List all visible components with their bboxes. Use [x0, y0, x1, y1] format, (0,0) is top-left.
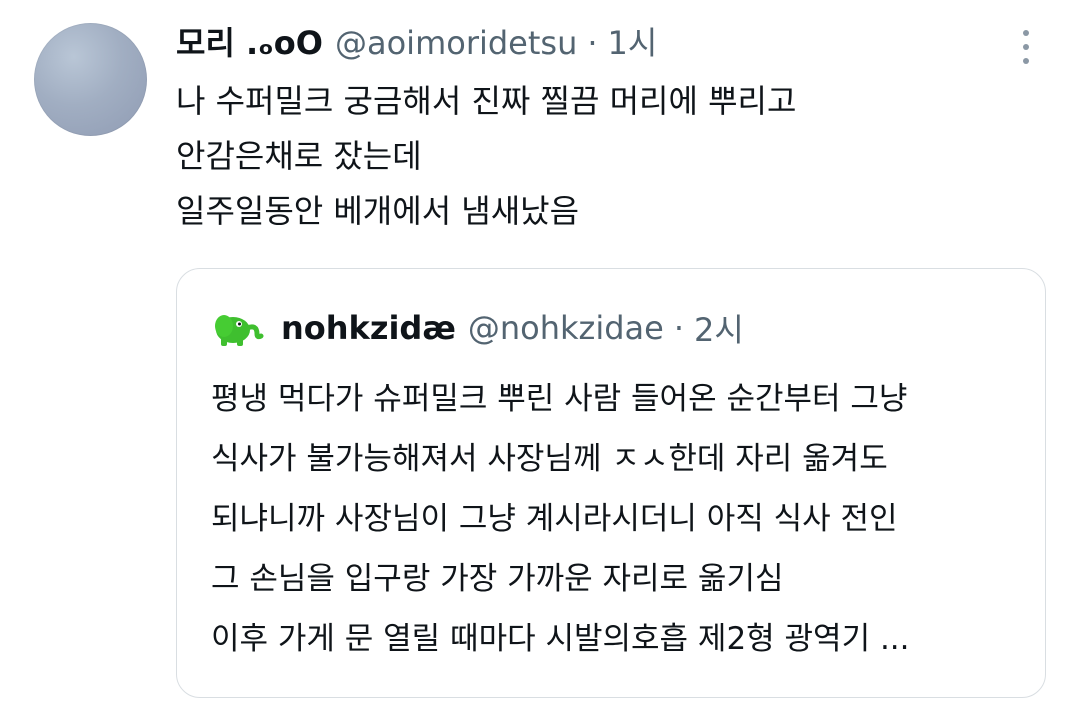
quoted-text-line: 그 손님을 입구랑 가장 가까운 자리로 옮기심 — [211, 561, 784, 597]
more-dot — [1023, 44, 1029, 50]
tweet-text-line: 일주일동안 베개에서 냄새났음 — [176, 192, 580, 230]
more-vertical-icon[interactable] — [1018, 30, 1034, 64]
quoted-display-name[interactable]: nohkzidæ — [281, 309, 456, 347]
tweet-text-line: 안감은채로 잤는데 — [176, 137, 422, 175]
avatar[interactable] — [34, 23, 147, 136]
tweet-text-line: 나 수퍼밀크 궁금해서 진짜 찔끔 머리에 뿌리고 — [176, 82, 797, 120]
tweet-text: 나 수퍼밀크 궁금해서 진짜 찔끔 머리에 뿌리고 안감은채로 잤는데 일주일동… — [176, 74, 796, 239]
quoted-text-line: 이후 가게 문 열릴 때마다 시발의호흡 제2형 광역기 ... — [211, 621, 910, 657]
quoted-tweet-header: nohkzidæ @nohkzidae · 2시 — [211, 305, 744, 351]
more-dot — [1023, 30, 1029, 36]
quoted-text-line: 평냉 먹다가 슈퍼밀크 뿌린 사람 들어온 순간부터 그냥 — [211, 381, 908, 417]
quoted-timestamp[interactable]: 2시 — [694, 305, 744, 351]
user-handle[interactable]: @aoimoridetsu — [335, 20, 577, 66]
timestamp[interactable]: 1시 — [608, 20, 658, 66]
quoted-user-handle[interactable]: @nohkzidae — [468, 309, 664, 347]
tweet: 모리 .ₒoO @aoimoridetsu · 1시 나 수퍼밀크 궁금해서 진… — [0, 0, 1080, 711]
quoted-tweet-text: 평냉 먹다가 슈퍼밀크 뿌린 사람 들어온 순간부터 그냥 식사가 불가능해져서… — [211, 369, 910, 669]
quoted-text-line: 되냐니까 사장님이 그냥 계시라시더니 아직 식사 전인 — [211, 501, 898, 537]
more-dot — [1023, 58, 1029, 64]
display-name[interactable]: 모리 .ₒoO — [176, 20, 323, 66]
tweet-header: 모리 .ₒoO @aoimoridetsu · 1시 — [176, 20, 657, 66]
quoted-tweet[interactable]: nohkzidæ @nohkzidae · 2시 평냉 먹다가 슈퍼밀크 뿌린 … — [176, 268, 1046, 698]
separator-dot: · — [673, 309, 684, 347]
green-elephant-avatar[interactable] — [211, 308, 265, 348]
separator-dot: · — [587, 24, 598, 62]
quoted-text-line: 식사가 불가능해져서 사장님께 ㅈㅅ한데 자리 옮겨도 — [211, 441, 888, 477]
